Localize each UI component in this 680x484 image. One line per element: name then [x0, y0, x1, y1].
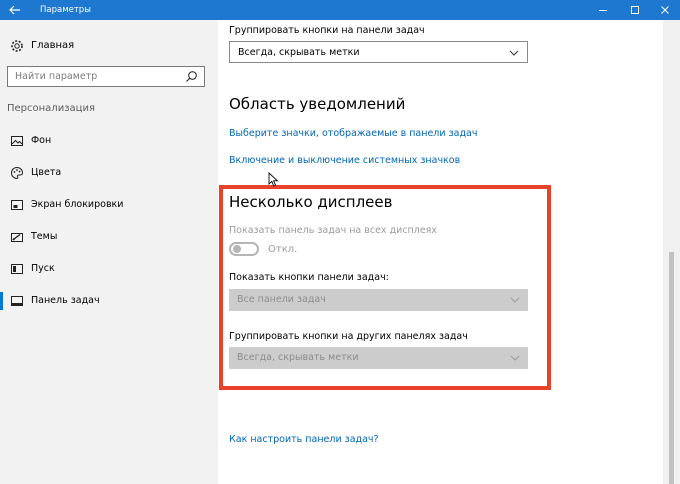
help-link[interactable]: Как настроить панели задач? — [229, 433, 379, 446]
sidebar-item-label: Цвета — [31, 167, 62, 178]
sidebar-item-lock-screen[interactable]: Экран блокировки — [0, 194, 218, 216]
group-buttons-dropdown[interactable]: Всегда, скрывать метки — [229, 41, 528, 63]
sidebar: Главная Найти параметр Персонализация Фо… — [0, 20, 218, 484]
sidebar-item-home[interactable]: Главная — [0, 36, 218, 56]
search-placeholder: Найти параметр — [15, 71, 98, 82]
gear-icon — [11, 40, 23, 52]
sidebar-item-colors[interactable]: Цвета — [0, 162, 218, 184]
close-icon — [661, 6, 669, 14]
scrollbar[interactable] — [663, 20, 680, 484]
title-bar: Параметры — [0, 0, 680, 20]
taskbar-icon — [11, 296, 23, 306]
palette-icon — [10, 166, 24, 180]
cursor-icon — [268, 172, 279, 187]
group-buttons-label: Группировать кнопки на панели задач — [229, 25, 425, 36]
sidebar-item-label: Пуск — [31, 263, 55, 274]
highlight-frame — [219, 185, 551, 390]
notification-area-heading: Область уведомлений — [229, 95, 406, 113]
dropdown-value: Всегда, скрывать метки — [238, 47, 360, 58]
maximize-button[interactable] — [620, 0, 650, 20]
sidebar-item-background[interactable]: Фон — [0, 130, 218, 152]
back-arrow-icon — [9, 5, 20, 15]
chevron-down-icon — [509, 50, 519, 56]
sidebar-item-themes[interactable]: Темы — [0, 226, 218, 248]
window-title: Параметры — [40, 5, 91, 15]
image-icon — [11, 136, 23, 146]
section-header: Персонализация — [7, 103, 95, 114]
minimize-button[interactable] — [588, 0, 618, 20]
sidebar-item-label: Фон — [31, 135, 52, 146]
sidebar-item-taskbar[interactable]: Панель задач — [0, 290, 218, 312]
select-taskbar-icons-link[interactable]: Выберите значки, отображаемые в панели з… — [229, 127, 477, 140]
sidebar-item-label: Главная — [31, 40, 75, 51]
sidebar-item-label: Экран блокировки — [31, 199, 124, 210]
selection-indicator — [0, 292, 3, 310]
search-input[interactable]: Найти параметр — [7, 66, 205, 87]
sidebar-item-label: Панель задач — [31, 295, 100, 306]
scrollbar-thumb[interactable] — [669, 252, 674, 484]
maximize-icon — [631, 6, 639, 14]
sidebar-item-label: Темы — [31, 231, 58, 242]
start-icon — [11, 264, 23, 274]
sidebar-item-start[interactable]: Пуск — [0, 258, 218, 280]
lock-screen-icon — [11, 200, 23, 210]
close-button[interactable] — [650, 0, 680, 20]
search-icon[interactable] — [185, 70, 198, 83]
back-button[interactable] — [0, 0, 30, 20]
minimize-icon — [599, 10, 607, 11]
system-icons-link[interactable]: Включение и выключение системных значков — [229, 154, 460, 167]
themes-icon — [11, 233, 23, 242]
